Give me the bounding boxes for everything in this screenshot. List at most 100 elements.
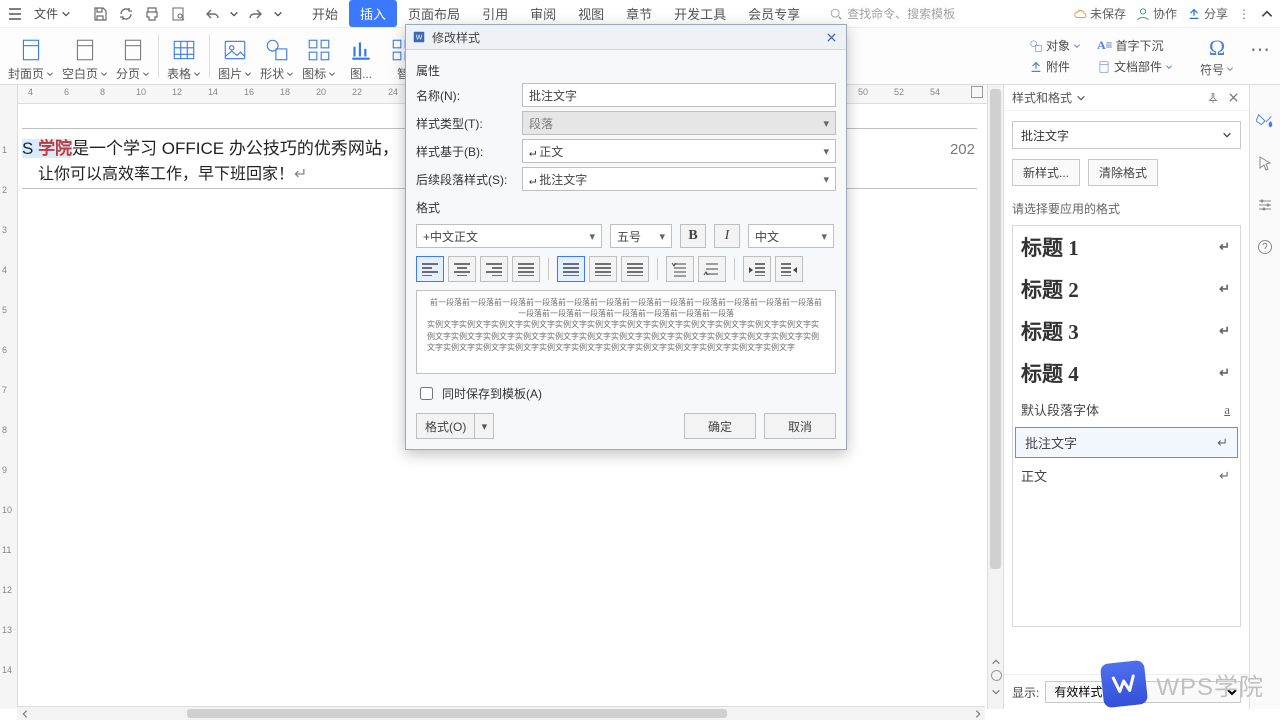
italic-toggle[interactable]: I [714, 224, 740, 248]
panel-close-icon[interactable] [1225, 90, 1241, 106]
bold-toggle[interactable]: B [680, 224, 706, 248]
align-right-icon[interactable] [480, 256, 508, 282]
tab-layout[interactable]: 页面布局 [397, 0, 471, 27]
style-item-default-font[interactable]: 默认段落字体a [1013, 394, 1240, 425]
format-split-button[interactable]: 格式(O) ▾ [416, 413, 494, 439]
indent-inc-icon[interactable] [775, 256, 803, 282]
btn-object[interactable]: 对象 [1025, 35, 1085, 56]
style-preview: 前一段落前一段落前一段落前一段落前一段落前一段落前一段落前一段落前一段落前一段落… [416, 290, 836, 374]
save-icon[interactable] [91, 5, 109, 23]
strip-paint-icon[interactable] [1255, 111, 1275, 131]
tab-insert[interactable]: 插入 [349, 0, 397, 27]
print-icon[interactable] [143, 5, 161, 23]
style-item-h2[interactable]: 标题 2↵ [1013, 268, 1240, 310]
vscroll-thumb[interactable] [990, 89, 1001, 569]
style-item-comment[interactable]: 批注文字↵ [1015, 427, 1238, 458]
more-icon[interactable]: ⋮ [1238, 7, 1250, 21]
line-spacing-3-icon[interactable] [621, 256, 649, 282]
label-name: 名称(N): [416, 87, 516, 104]
btn-page-break[interactable]: 分页 [112, 28, 154, 84]
indent-dec-icon[interactable] [743, 256, 771, 282]
app-menu-icon[interactable] [6, 5, 24, 23]
input-style-name[interactable]: 批注文字 [522, 83, 836, 107]
btn-docparts[interactable]: 文档部件 [1093, 56, 1177, 77]
hscroll-right-icon[interactable] [972, 708, 983, 719]
btn-attachment[interactable]: 附件 [1025, 56, 1085, 77]
unsaved-label: 未保存 [1090, 5, 1126, 22]
collab-button[interactable]: 协作 [1136, 5, 1177, 22]
modify-style-dialog: 修改样式 属性 名称(N): 批注文字 样式类型(T): 段落▾ 样式基于(B)… [405, 24, 847, 450]
btn-picture[interactable]: 图片 [214, 28, 256, 84]
collapse-ribbon-icon[interactable] [1260, 7, 1274, 21]
ruler-toggle-icon[interactable] [971, 86, 983, 98]
new-style-button[interactable]: 新样式... [1012, 159, 1080, 186]
font-size-combo[interactable]: 五号▾ [610, 224, 672, 248]
tab-view[interactable]: 视图 [567, 0, 615, 27]
btn-shapes[interactable]: 形状 [256, 28, 298, 84]
btn-icons[interactable]: 图标 [298, 28, 340, 84]
select-next-style[interactable]: ↵批注文字▾ [522, 167, 836, 191]
ok-button[interactable]: 确定 [684, 413, 756, 439]
tab-review[interactable]: 审阅 [519, 0, 567, 27]
style-item-h4[interactable]: 标题 4↵ [1013, 352, 1240, 394]
line-spacing-2-icon[interactable] [589, 256, 617, 282]
format-dropdown-icon[interactable]: ▾ [474, 414, 493, 438]
align-justify-icon[interactable] [512, 256, 540, 282]
strip-settings-icon[interactable] [1255, 195, 1275, 215]
command-search[interactable]: 查找命令、搜索模板 [829, 5, 955, 22]
tab-dev[interactable]: 开发工具 [663, 0, 737, 27]
clear-format-button[interactable]: 清除格式 [1088, 159, 1158, 186]
btn-chart[interactable]: 图... [340, 28, 382, 84]
tab-ref[interactable]: 引用 [471, 0, 519, 27]
tab-member[interactable]: 会员专享 [737, 0, 811, 27]
strip-help-icon[interactable] [1255, 237, 1275, 257]
tab-start[interactable]: 开始 [301, 0, 349, 27]
lang-combo[interactable]: 中文▾ [748, 224, 834, 248]
tab-chapter[interactable]: 章节 [615, 0, 663, 27]
hscroll-left-icon[interactable] [19, 708, 30, 719]
share-button[interactable]: 分享 [1187, 5, 1228, 22]
search-placeholder: 查找命令、搜索模板 [847, 5, 955, 22]
scroll-marker-icon[interactable] [991, 670, 1002, 681]
undo-more-icon[interactable] [229, 9, 239, 19]
refresh-icon[interactable] [117, 5, 135, 23]
style-item-h1[interactable]: 标题 1↵ [1013, 226, 1240, 268]
para-space-inc-icon[interactable] [698, 256, 726, 282]
panel-title-more-icon[interactable] [1076, 93, 1086, 103]
para-space-dec-icon[interactable] [666, 256, 694, 282]
current-style-select[interactable]: 批注文字 [1012, 121, 1241, 149]
select-based-on[interactable]: ↵正文▾ [522, 139, 836, 163]
panel-title: 样式和格式 [1012, 89, 1072, 106]
style-item-h3[interactable]: 标题 3↵ [1013, 310, 1240, 352]
print-preview-icon[interactable] [169, 5, 187, 23]
undo-icon[interactable] [203, 5, 221, 23]
dialog-app-icon [412, 30, 426, 44]
redo-icon[interactable] [247, 5, 265, 23]
btn-more[interactable]: ⋯ [1244, 35, 1276, 78]
style-item-body[interactable]: 正文↵ [1013, 460, 1240, 491]
footer-label: 显示: [1012, 684, 1039, 701]
panel-pin-icon[interactable] [1205, 90, 1221, 106]
quickbar-more-icon[interactable] [273, 9, 283, 19]
strip-select-icon[interactable] [1255, 153, 1275, 173]
btn-symbol[interactable]: Ω符号 [1194, 33, 1240, 80]
cancel-button[interactable]: 取消 [764, 413, 836, 439]
btn-cover-page[interactable]: 封面页 [4, 28, 58, 84]
label-type: 样式类型(T): [416, 115, 516, 132]
vertical-scrollbar[interactable] [987, 85, 1003, 709]
file-menu[interactable]: 文件 [30, 5, 75, 22]
horizontal-scrollbar[interactable] [17, 706, 985, 720]
save-to-template-checkbox[interactable]: 同时保存到模板(A) [416, 384, 836, 403]
right-icon-strip [1249, 85, 1280, 709]
hscroll-thumb[interactable] [187, 709, 727, 718]
font-combo[interactable]: +中文正文▾ [416, 224, 602, 248]
btn-table[interactable]: 表格 [163, 28, 205, 84]
btn-dropcap[interactable]: A≡首字下沉 [1093, 35, 1177, 56]
align-left-icon[interactable] [416, 256, 444, 282]
label-based-on: 样式基于(B): [416, 143, 516, 160]
align-center-icon[interactable] [448, 256, 476, 282]
line-spacing-1-icon[interactable] [557, 256, 585, 282]
unsaved-indicator[interactable]: 未保存 [1073, 5, 1126, 22]
dialog-close-icon[interactable] [822, 28, 840, 46]
btn-blank-page[interactable]: 空白页 [58, 28, 112, 84]
